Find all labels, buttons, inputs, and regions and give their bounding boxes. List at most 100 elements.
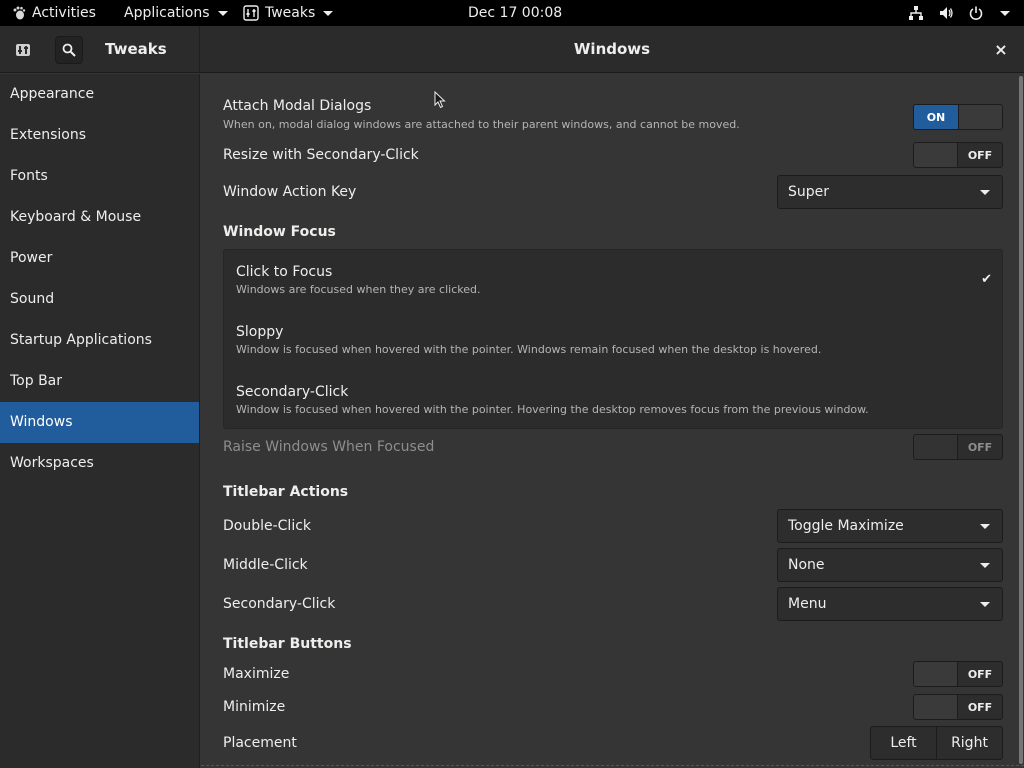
titlebar-actions-heading: Titlebar Actions	[223, 484, 349, 500]
sidebar-item-workspaces[interactable]: Workspaces	[0, 443, 199, 484]
sidebar-item-power[interactable]: Power	[0, 238, 199, 279]
raise-focused-switch[interactable]: OFF	[913, 434, 1003, 460]
gnome-foot-icon	[13, 6, 26, 20]
search-icon	[62, 43, 76, 57]
focus-option-desc: Window is focused when hovered with the …	[236, 403, 869, 416]
double-click-row: Double-Click Toggle Maximize	[223, 509, 1003, 543]
switch-off-label: OFF	[967, 667, 993, 681]
focus-option-desc: Window is focused when hovered with the …	[236, 343, 822, 356]
dropdown-value: Toggle Maximize	[788, 518, 904, 534]
window-action-key-row: Window Action Key Super	[223, 175, 1003, 209]
switch-off-label: OFF	[967, 440, 993, 454]
sidebar-item-extensions[interactable]: Extensions	[0, 115, 199, 156]
focus-option-sloppy[interactable]: Sloppy Window is focused when hovered wi…	[224, 310, 1004, 370]
placement-row: Placement Left Right	[223, 726, 1003, 760]
attach-modal-row: Attach Modal Dialogs When on, modal dial…	[223, 98, 1003, 138]
titlebar-buttons-heading: Titlebar Buttons	[223, 636, 352, 652]
maximize-switch[interactable]: OFF	[913, 661, 1003, 687]
double-click-dropdown[interactable]: Toggle Maximize	[777, 509, 1003, 543]
scrollbar[interactable]	[1019, 74, 1023, 768]
sidebar-item-windows[interactable]: Windows	[0, 402, 199, 443]
activities-button[interactable]: Activities	[12, 0, 96, 26]
sidebar-item-keyboard-mouse[interactable]: Keyboard & Mouse	[0, 197, 199, 238]
middle-click-dropdown[interactable]: None	[777, 548, 1003, 582]
activities-label: Activities	[32, 5, 96, 21]
sidebar-item-top-bar[interactable]: Top Bar	[0, 361, 199, 402]
applications-label: Applications	[124, 5, 210, 21]
chevron-down-icon	[980, 563, 990, 568]
chevron-down-icon	[980, 524, 990, 529]
volume-icon	[940, 7, 953, 19]
attach-modal-label: Attach Modal Dialogs	[223, 98, 372, 114]
focus-option-title: Secondary-Click	[236, 384, 349, 400]
switch-on-label: ON	[914, 105, 958, 129]
sidebar-item-sound[interactable]: Sound	[0, 279, 199, 320]
close-button[interactable]: ×	[992, 39, 1010, 59]
top-bar: Activities Applications Tweaks Dec 17 00…	[0, 0, 1024, 26]
preferences-button[interactable]	[9, 36, 37, 64]
focus-option-click[interactable]: Click to Focus Windows are focused when …	[224, 250, 1004, 310]
page-title: Windows	[573, 40, 651, 58]
minimize-label: Minimize	[223, 699, 286, 715]
placement-right-button[interactable]: Right	[936, 727, 1002, 759]
checkmark-icon: ✔	[981, 272, 992, 287]
switch-knob	[914, 435, 959, 459]
minimize-row: Minimize OFF	[223, 694, 1003, 720]
resize-secondary-label: Resize with Secondary-Click	[223, 147, 419, 163]
middle-click-row: Middle-Click None	[223, 548, 1003, 582]
window-action-key-dropdown[interactable]: Super	[777, 175, 1003, 209]
attach-modal-switch[interactable]: ON	[913, 104, 1003, 130]
placement-left-button[interactable]: Left	[871, 727, 936, 759]
dropdown-value: Super	[788, 184, 830, 200]
secondary-click-row: Secondary-Click Menu	[223, 587, 1003, 621]
raise-focused-row: Raise Windows When Focused OFF	[223, 434, 1003, 460]
switch-knob	[914, 695, 959, 719]
tweaks-icon	[16, 44, 30, 56]
placement-toggle: Left Right	[870, 726, 1003, 760]
switch-off-label: OFF	[967, 148, 993, 162]
tweaks-app-icon	[243, 5, 259, 21]
sidebar: Appearance Extensions Fonts Keyboard & M…	[0, 74, 200, 768]
sidebar-item-appearance[interactable]: Appearance	[0, 74, 199, 115]
settings-panel: Attach Modal Dialogs When on, modal dial…	[201, 74, 1024, 768]
window-focus-heading: Window Focus	[223, 224, 336, 240]
search-button[interactable]	[55, 36, 83, 64]
power-icon	[969, 6, 983, 20]
raise-focused-label: Raise Windows When Focused	[223, 439, 435, 455]
attach-modal-desc: When on, modal dialog windows are attach…	[223, 118, 740, 131]
resize-secondary-switch[interactable]: OFF	[913, 142, 1003, 168]
maximize-row: Maximize OFF	[223, 661, 1003, 687]
sidebar-item-startup-applications[interactable]: Startup Applications	[0, 320, 199, 361]
switch-knob	[957, 105, 1002, 129]
sidebar-item-fonts[interactable]: Fonts	[0, 156, 199, 197]
chevron-down-icon	[1000, 10, 1010, 16]
app-menu[interactable]: Tweaks	[243, 0, 334, 26]
focus-option-desc: Windows are focused when they are clicke…	[236, 283, 481, 296]
scrollbar-thumb[interactable]	[1019, 76, 1023, 764]
clock[interactable]: Dec 17 00:08	[468, 0, 562, 26]
maximize-label: Maximize	[223, 666, 290, 682]
applications-menu[interactable]: Applications	[124, 0, 228, 26]
network-wired-icon	[909, 6, 923, 20]
switch-knob	[914, 143, 959, 167]
switch-knob	[914, 662, 959, 686]
focus-option-title: Click to Focus	[236, 264, 333, 280]
chevron-down-icon	[980, 190, 990, 195]
status-area[interactable]	[908, 0, 1010, 26]
chevron-down-icon	[980, 602, 990, 607]
secondary-click-dropdown[interactable]: Menu	[777, 587, 1003, 621]
dropdown-value: Menu	[788, 596, 827, 612]
app-menu-label: Tweaks	[265, 5, 316, 21]
header-sidebar-area: Tweaks	[0, 26, 200, 73]
close-icon: ×	[994, 39, 1008, 59]
switch-off-label: OFF	[967, 700, 993, 714]
focus-option-title: Sloppy	[236, 324, 284, 340]
chevron-down-icon	[323, 10, 334, 16]
minimize-switch[interactable]: OFF	[913, 694, 1003, 720]
clock-label: Dec 17 00:08	[468, 5, 563, 21]
window-focus-list: Click to Focus Windows are focused when …	[223, 249, 1003, 429]
chevron-down-icon	[217, 10, 228, 16]
focus-option-secondary-click[interactable]: Secondary-Click Window is focused when h…	[224, 370, 1004, 430]
resize-secondary-row: Resize with Secondary-Click OFF	[223, 142, 1003, 168]
header-bar: Tweaks Windows ×	[0, 26, 1024, 73]
